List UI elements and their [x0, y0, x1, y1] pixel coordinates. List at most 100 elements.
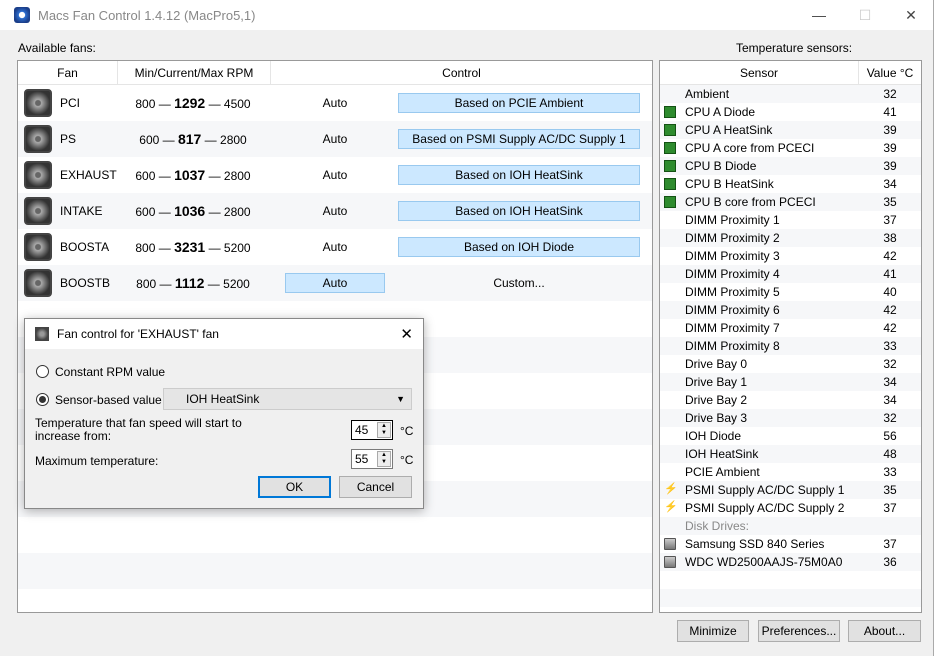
about-button[interactable]: About... [848, 620, 921, 642]
fan-auto-button[interactable]: Auto [285, 129, 385, 149]
fan-control-dialog: Fan control for 'EXHAUST' fan ✕ Constant… [24, 318, 424, 509]
sensor-value: 34 [883, 393, 897, 407]
sensor-row[interactable]: DIMM Proximity 5 40 [660, 283, 921, 301]
window-maximize-button[interactable]: ☐ [842, 0, 888, 30]
sensor-value: 41 [883, 267, 897, 281]
fan-row[interactable]: EXHAUST 600 — 1037 — 2800 Auto Based on … [18, 157, 652, 193]
sensor-select[interactable]: IOH HeatSink ▼ [163, 388, 412, 410]
sensor-row[interactable]: ⚡ PSMI Supply AC/DC Supply 1 35 [660, 481, 921, 499]
sensor-row[interactable]: CPU A core from PCECI 39 [660, 139, 921, 157]
header-rpm[interactable]: Min/Current/Max RPM [118, 61, 271, 84]
header-fan[interactable]: Fan [18, 61, 118, 84]
minimize-button[interactable]: Minimize [677, 620, 749, 642]
window-close-button[interactable]: ✕ [888, 0, 934, 30]
sensor-row[interactable]: Drive Bay 2 34 [660, 391, 921, 409]
cancel-button[interactable]: Cancel [339, 476, 412, 498]
sensor-name: CPU A HeatSink [685, 123, 773, 137]
fan-control-button[interactable]: Based on PSMI Supply AC/DC Supply 1 [398, 129, 640, 149]
fans-label: Available fans: [18, 41, 96, 55]
fan-row[interactable]: BOOSTA 800 — 3231 — 5200 Auto Based on I… [18, 229, 652, 265]
fan-icon [24, 89, 52, 117]
window-minimize-button[interactable]: — [796, 0, 842, 30]
sensor-name: Drive Bay 0 [685, 357, 748, 371]
fan-auto-button[interactable]: Auto [285, 237, 385, 257]
dialog-close-button[interactable]: ✕ [400, 325, 413, 343]
lightning-icon: ⚡ [664, 483, 678, 495]
fan-control-button[interactable]: Based on PCIE Ambient [398, 93, 640, 113]
sensor-row[interactable]: Drive Bay 0 32 [660, 355, 921, 373]
fan-row[interactable]: BOOSTB 800 — 1112 — 5200 Auto Custom... [18, 265, 652, 301]
sensor-value: 37 [883, 213, 897, 227]
constant-rpm-radio[interactable] [36, 365, 49, 378]
sensor-row[interactable]: Drive Bay 1 34 [660, 373, 921, 391]
sensor-row[interactable]: ⚡ PSMI Supply AC/DC Supply 2 37 [660, 499, 921, 517]
sensor-row[interactable]: Ambient 32 [660, 85, 921, 103]
sensor-name: CPU B HeatSink [685, 177, 774, 191]
empty-row [18, 517, 652, 553]
max-temp-stepper[interactable]: 55 ▲ ▼ [351, 449, 393, 469]
sensor-row[interactable]: CPU B Diode 39 [660, 157, 921, 175]
empty-row [18, 589, 652, 625]
sensors-table-header: Sensor Value °C [660, 61, 921, 85]
stepper-arrows-icon[interactable]: ▲ ▼ [377, 451, 391, 467]
fan-auto-button[interactable]: Auto [285, 273, 385, 293]
sensor-name: IOH Diode [685, 429, 742, 443]
sensor-row[interactable]: Disk Drives: [660, 517, 921, 535]
fan-auto-button[interactable]: Auto [285, 165, 385, 185]
ok-button[interactable]: OK [258, 476, 331, 498]
sensor-row[interactable]: CPU B core from PCECI 35 [660, 193, 921, 211]
sensor-row[interactable]: IOH Diode 56 [660, 427, 921, 445]
sensor-based-radio[interactable] [36, 393, 49, 406]
start-temp-stepper[interactable]: 45 ▲ ▼ [351, 420, 393, 440]
header-control[interactable]: Control [271, 61, 652, 84]
sensor-name: DIMM Proximity 1 [685, 213, 780, 227]
sensor-name: Ambient [685, 87, 730, 101]
sensor-row[interactable]: DIMM Proximity 1 37 [660, 211, 921, 229]
sensor-row[interactable]: Samsung SSD 840 Series 37 [660, 535, 921, 553]
sensor-value: 32 [883, 87, 897, 101]
sensor-row[interactable]: CPU A Diode 41 [660, 103, 921, 121]
fan-control-button[interactable]: Based on IOH Diode [398, 237, 640, 257]
fan-auto-button[interactable]: Auto [285, 201, 385, 221]
fan-row[interactable]: INTAKE 600 — 1036 — 2800 Auto Based on I… [18, 193, 652, 229]
sensor-row[interactable]: CPU B HeatSink 34 [660, 175, 921, 193]
sensor-row[interactable]: DIMM Proximity 8 33 [660, 337, 921, 355]
stepper-arrows-icon[interactable]: ▲ ▼ [377, 422, 391, 438]
chevron-down-icon: ▼ [396, 394, 405, 404]
chip-icon [664, 142, 676, 154]
fan-row[interactable]: PS 600 — 817 — 2800 Auto Based on PSMI S… [18, 121, 652, 157]
sensor-row[interactable]: PCIE Ambient 33 [660, 463, 921, 481]
sensor-name: DIMM Proximity 3 [685, 249, 780, 263]
rpm-current: 1292 [174, 95, 206, 111]
sensor-name: CPU B Diode [685, 159, 757, 173]
fan-row[interactable]: PCI 800 — 1292 — 4500 Auto Based on PCIE… [18, 85, 652, 121]
sensor-row[interactable]: DIMM Proximity 2 38 [660, 229, 921, 247]
sensor-row[interactable]: WDC WD2500AAJS-75M0A0 36 [660, 553, 921, 571]
sensors-table: Sensor Value °C Ambient 32 CPU A Diode 4… [659, 60, 922, 613]
sensor-row[interactable]: CPU A HeatSink 39 [660, 121, 921, 139]
disk-icon [664, 538, 676, 550]
fan-rpm: 600 — 1037 — 2800 [135, 167, 251, 183]
sensor-row[interactable]: Drive Bay 3 32 [660, 409, 921, 427]
sensor-row[interactable]: DIMM Proximity 7 42 [660, 319, 921, 337]
chip-icon [664, 160, 676, 172]
fan-control-button[interactable]: Custom... [398, 273, 640, 293]
sensor-value: 38 [883, 231, 897, 245]
sensor-row[interactable]: DIMM Proximity 3 42 [660, 247, 921, 265]
sensor-value: 40 [883, 285, 897, 299]
header-value[interactable]: Value °C [859, 61, 921, 84]
header-sensor[interactable]: Sensor [660, 61, 859, 84]
sensor-value: 33 [883, 465, 897, 479]
sensor-value: 42 [883, 321, 897, 335]
fan-control-button[interactable]: Based on IOH HeatSink [398, 201, 640, 221]
disk-icon [664, 556, 676, 568]
preferences-button[interactable]: Preferences... [758, 620, 840, 642]
sensor-name: WDC WD2500AAJS-75M0A0 [685, 555, 843, 569]
sensor-row[interactable]: DIMM Proximity 4 41 [660, 265, 921, 283]
sensor-based-label[interactable]: Sensor-based value [55, 393, 162, 407]
sensor-row[interactable]: DIMM Proximity 6 42 [660, 301, 921, 319]
fan-auto-button[interactable]: Auto [285, 93, 385, 113]
constant-rpm-label[interactable]: Constant RPM value [55, 365, 165, 379]
fan-control-button[interactable]: Based on IOH HeatSink [398, 165, 640, 185]
sensor-row[interactable]: IOH HeatSink 48 [660, 445, 921, 463]
